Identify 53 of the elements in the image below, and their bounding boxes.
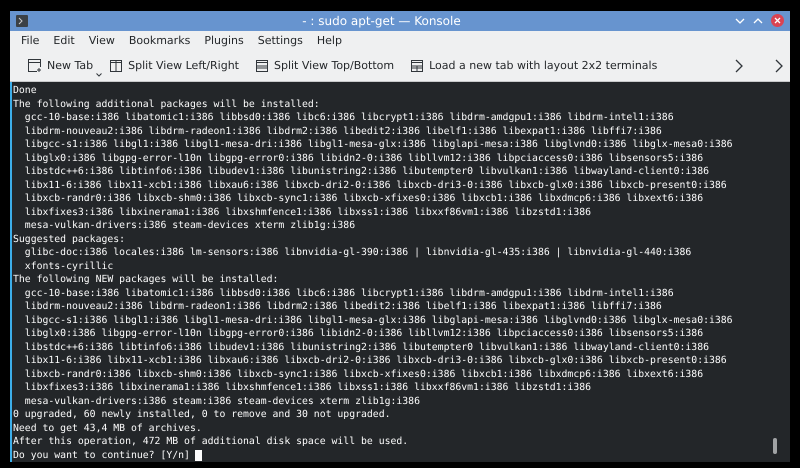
- terminal-line: libglx0:i386 libgpg-error-l10n libgpg-error0:i386 libidn2-0:i386 libllvm12:i386 libpciaccess0:i386 libsensors5:i386: [24, 327, 704, 340]
- terminal-line: libgcc-s1:i386 libgl1:i386 libgl1-mesa-dri:i386 libgl1-mesa-glx:i386 libglapi-mesa:i386 libglvnd0:i386 libglx-mesa0:i386: [24, 138, 733, 152]
- scrollbar-thumb[interactable]: [773, 438, 777, 454]
- terminal-line: Done: [13, 84, 37, 98]
- grid-layout-icon: [410, 58, 424, 73]
- terminal-line: libxcb-randr0:i386 libxcb-shm0:i386 libxcb-sync1:i386 libxcb-xfixes0:i386 libxcb1:i386 libxdmcp6:i386 libxext6:i386: [24, 368, 704, 381]
- menu-item[interactable]: Bookmarks: [122, 34, 196, 48]
- terminal-line: glibc-doc:i386 locales:i386 lm-sensors:i386 libnvidia-gl-390:i386 | libnvidia-gl-435:i386 | libnvidia-gl-440:i386: [24, 246, 692, 260]
- text-cursor: [194, 450, 202, 461]
- chevron-right-icon[interactable]: [774, 58, 784, 73]
- terminal-line: libxfixes3:i386 libxinerama1:i386 libxshmfence1:i386 libxss1:i386 libxxf86vm1:i386 libzstd1:i386: [24, 206, 592, 219]
- maximize-icon[interactable]: [753, 16, 763, 26]
- chevron-right-icon[interactable]: [734, 58, 744, 73]
- terminal-line: The following additional packages will be installed:: [13, 98, 320, 111]
- menu-item[interactable]: Help: [310, 34, 348, 48]
- terminal-line: Suggested packages:: [13, 232, 126, 246]
- menu-item[interactable]: Settings: [252, 34, 309, 48]
- terminal-line: libxfixes3:i386 libxinerama1:i386 libxshmfence1:i386 libxss1:i386 libxxf86vm1:i386 libzstd1:i386: [24, 381, 592, 394]
- terminal-line: After this operation, 472 MB of additional disk space will be used.: [13, 435, 408, 448]
- terminal-app-icon: [16, 14, 28, 27]
- close-icon[interactable]: [771, 14, 784, 28]
- dropdown-caret-icon[interactable]: [96, 73, 102, 78]
- terminal-line: 0 upgraded, 60 newly installed, 0 to remove and 30 not upgraded.: [13, 408, 390, 422]
- terminal-line: mesa-vulkan-drivers:i386 steam-devices xterm zlib1g:i386: [24, 219, 356, 232]
- terminal-line: gcc-10-base:i386 libatomic1:i386 libbsd0:i386 libc6:i386 libcrypt1:i386 libdrm-amdgpu1:i386 libdrm-intel1:i386: [24, 286, 674, 300]
- terminal-line: gcc-10-base:i386 libatomic1:i386 libbsd0:i386 libc6:i386 libcrypt1:i386 libdrm-amdgpu1:i386 libdrm-intel1:i386: [24, 111, 674, 124]
- terminal-line: libglx0:i386 libgpg-error-l10n libgpg-error0:i386 libidn2-0:i386 libllvm12:i386 libpciaccess0:i386 libsensors5:i386: [24, 152, 704, 165]
- terminal-line: libx11-6:i386 libx11-xcb1:i386 libxau6:i386 libxcb-dri2-0:i386 libxcb-dri3-0:i386 libxcb-glx0:i386 libxcb-present0:i386: [24, 354, 727, 368]
- menu-item[interactable]: View: [82, 34, 121, 48]
- terminal-line: Need to get 43,4 MB of archives.: [13, 422, 202, 435]
- terminal-line: libstdc++6:i386 libtinfo6:i386 libudev1:i386 libunistring2:i386 libutempter0 libvulkan1:i386 libwayland-client0:i386: [24, 165, 709, 178]
- minimize-icon[interactable]: [735, 16, 745, 26]
- toolbar-button[interactable]: New Tab: [22, 55, 98, 76]
- terminal-line: xfonts-cyrillic: [24, 260, 114, 273]
- terminal-line: libxcb-randr0:i386 libxcb-shm0:i386 libxcb-sync1:i386 libxcb-xfixes0:i386 libxcb1:i386 libxdmcp6:i386 libxext6:i386: [24, 192, 704, 206]
- window-title: - : sudo apt-get — Konsole: [301, 14, 462, 28]
- terminal-line: The following NEW packages will be installed:: [13, 273, 278, 286]
- terminal-line: mesa-vulkan-drivers:i386 steam:i386 steam-devices xterm zlib1g:i386: [24, 394, 420, 408]
- terminal-prompt: Do you want to continue? [Y/n]: [13, 448, 190, 462]
- new-tab-icon: [27, 58, 42, 74]
- toolbar-button[interactable]: Load a new tab with layout 2x2 terminals: [405, 56, 662, 76]
- terminal-line: libdrm-nouveau2:i386 libdrm-radeon1:i386 libdrm2:i386 libedit2:i386 libelf1:i386 libexpat1:i386 libffi7:i386: [24, 300, 662, 314]
- toolbar-button[interactable]: Split View Top/Bottom: [250, 56, 400, 76]
- terminal-line: libx11-6:i386 libx11-xcb1:i386 libxau6:i386 libxcb-dri2-0:i386 libxcb-dri3-0:i386 libxcb-glx0:i386 libxcb-present0:i386: [24, 178, 727, 192]
- split-top-bottom-icon: [254, 58, 269, 73]
- terminal-line: libstdc++6:i386 libtinfo6:i386 libudev1:i386 libunistring2:i386 libutempter0 libvulkan1:i386 libwayland-client0:i386: [24, 340, 709, 354]
- menu-item[interactable]: Edit: [47, 34, 81, 48]
- menu-item[interactable]: File: [15, 34, 46, 48]
- terminal-line: libdrm-nouveau2:i386 libdrm-radeon1:i386 libdrm2:i386 libedit2:i386 libelf1:i386 libexpat1:i386 libffi7:i386: [24, 124, 662, 138]
- terminal-line: libgcc-s1:i386 libgl1:i386 libgl1-mesa-dri:i386 libgl1-mesa-glx:i386 libglapi-mesa:i386 libglvnd0:i386 libglx-mesa0:i386: [24, 314, 733, 327]
- split-left-right-icon: [109, 58, 124, 73]
- menu-item[interactable]: Plugins: [198, 34, 250, 48]
- toolbar-button[interactable]: Split View Left/Right: [104, 56, 244, 76]
